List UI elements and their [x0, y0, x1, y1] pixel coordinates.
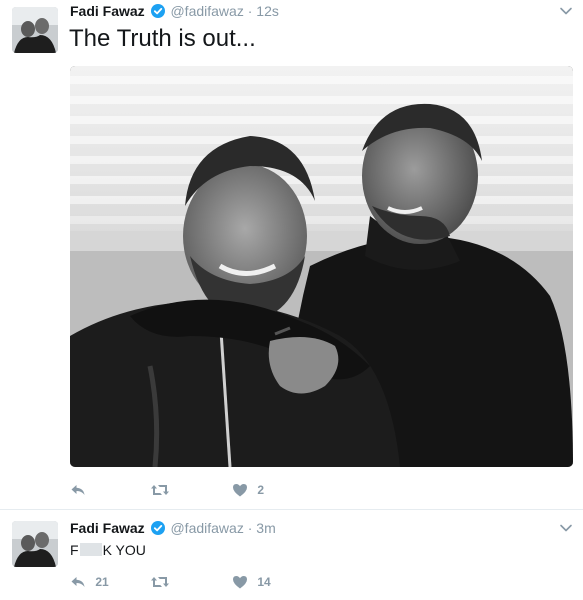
- avatar-image: [12, 7, 58, 53]
- retweet-icon: [151, 576, 169, 587]
- avatar-image: [12, 521, 58, 567]
- author-handle[interactable]: @fadifawaz: [170, 520, 243, 536]
- retweet-button[interactable]: [150, 479, 176, 499]
- reply-icon: [71, 576, 85, 587]
- tweet-header: Fadi Fawaz @fadifawaz · 3m: [70, 518, 276, 538]
- verified-badge-icon: [150, 521, 165, 535]
- author-handle[interactable]: @fadifawaz: [170, 3, 243, 19]
- heart-icon: [233, 575, 247, 589]
- timestamp[interactable]: 3m: [256, 520, 275, 536]
- like-count: 14: [257, 574, 271, 589]
- timestamp[interactable]: 12s: [256, 3, 279, 19]
- avatar[interactable]: [12, 7, 58, 53]
- tweet-text-suffix: K YOU: [102, 542, 146, 558]
- separator-dot: ·: [247, 520, 253, 536]
- avatar[interactable]: [12, 521, 58, 567]
- retweet-button[interactable]: [150, 571, 176, 591]
- tweet-actions: 21 14: [70, 571, 370, 591]
- like-count: 2: [257, 482, 265, 497]
- tweet-photo[interactable]: [70, 66, 573, 467]
- censor-block: [79, 543, 102, 556]
- chevron-down-icon[interactable]: [559, 521, 573, 535]
- tweet-actions: 2: [70, 479, 370, 499]
- reply-button[interactable]: [70, 479, 92, 499]
- photo-image: [70, 66, 573, 467]
- reply-count: 21: [95, 574, 109, 589]
- retweet-icon: [151, 484, 169, 495]
- reply-icon: [71, 484, 85, 495]
- reply-button[interactable]: 21: [70, 571, 109, 591]
- tweet-text-prefix: F: [70, 542, 79, 558]
- verified-badge-icon: [150, 4, 165, 18]
- tweet-text: F K YOU: [70, 541, 146, 559]
- tweet[interactable]: Fadi Fawaz @fadifawaz · 3m F K YOU 21 14: [0, 511, 583, 600]
- tweet-text: The Truth is out...: [69, 25, 256, 52]
- like-button[interactable]: 14: [232, 571, 271, 591]
- chevron-down-icon[interactable]: [559, 4, 573, 18]
- separator-dot: ·: [247, 3, 253, 19]
- like-button[interactable]: 2: [232, 479, 264, 499]
- author-name[interactable]: Fadi Fawaz: [70, 520, 145, 536]
- tweet[interactable]: Fadi Fawaz @fadifawaz · 12s The Truth is…: [0, 0, 583, 510]
- tweet-header: Fadi Fawaz @fadifawaz · 12s: [70, 1, 279, 21]
- heart-icon: [233, 483, 247, 497]
- author-name[interactable]: Fadi Fawaz: [70, 3, 145, 19]
